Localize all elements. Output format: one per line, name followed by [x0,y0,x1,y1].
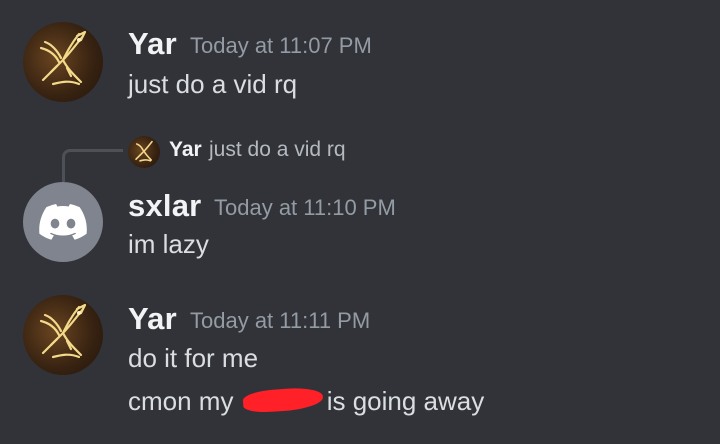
eagle-avatar-icon [135,140,153,162]
message-text: im lazy [128,229,209,259]
avatar[interactable] [23,22,103,102]
discord-logo-icon [39,204,87,240]
message-text-part: is going away [326,386,485,416]
reply-preview-text[interactable]: just do a vid rq [209,138,346,162]
reply-connector [62,149,123,182]
chat-log: Yar Today at 11:07 PM just do a vid rq Y… [0,0,720,444]
eagle-avatar-icon [39,303,87,359]
message-text: just do a vid rq [128,69,298,99]
reply-avatar[interactable] [128,136,160,168]
timestamp: Today at 11:07 PM [190,33,372,58]
timestamp: Today at 11:11 PM [190,308,371,333]
username[interactable]: Yar [128,26,177,62]
reply-username[interactable]: Yar [169,138,202,162]
avatar[interactable] [23,295,103,375]
redaction-mark [242,386,324,414]
message-text-part: cmon my [128,386,234,416]
eagle-avatar-icon [39,30,87,86]
username[interactable]: Yar [128,301,177,337]
message-text: do it for me [128,343,259,373]
message-text-redacted: cmon my is going away [128,386,484,417]
avatar[interactable] [23,182,103,262]
username[interactable]: sxlar [128,188,201,224]
timestamp: Today at 11:10 PM [214,195,396,220]
